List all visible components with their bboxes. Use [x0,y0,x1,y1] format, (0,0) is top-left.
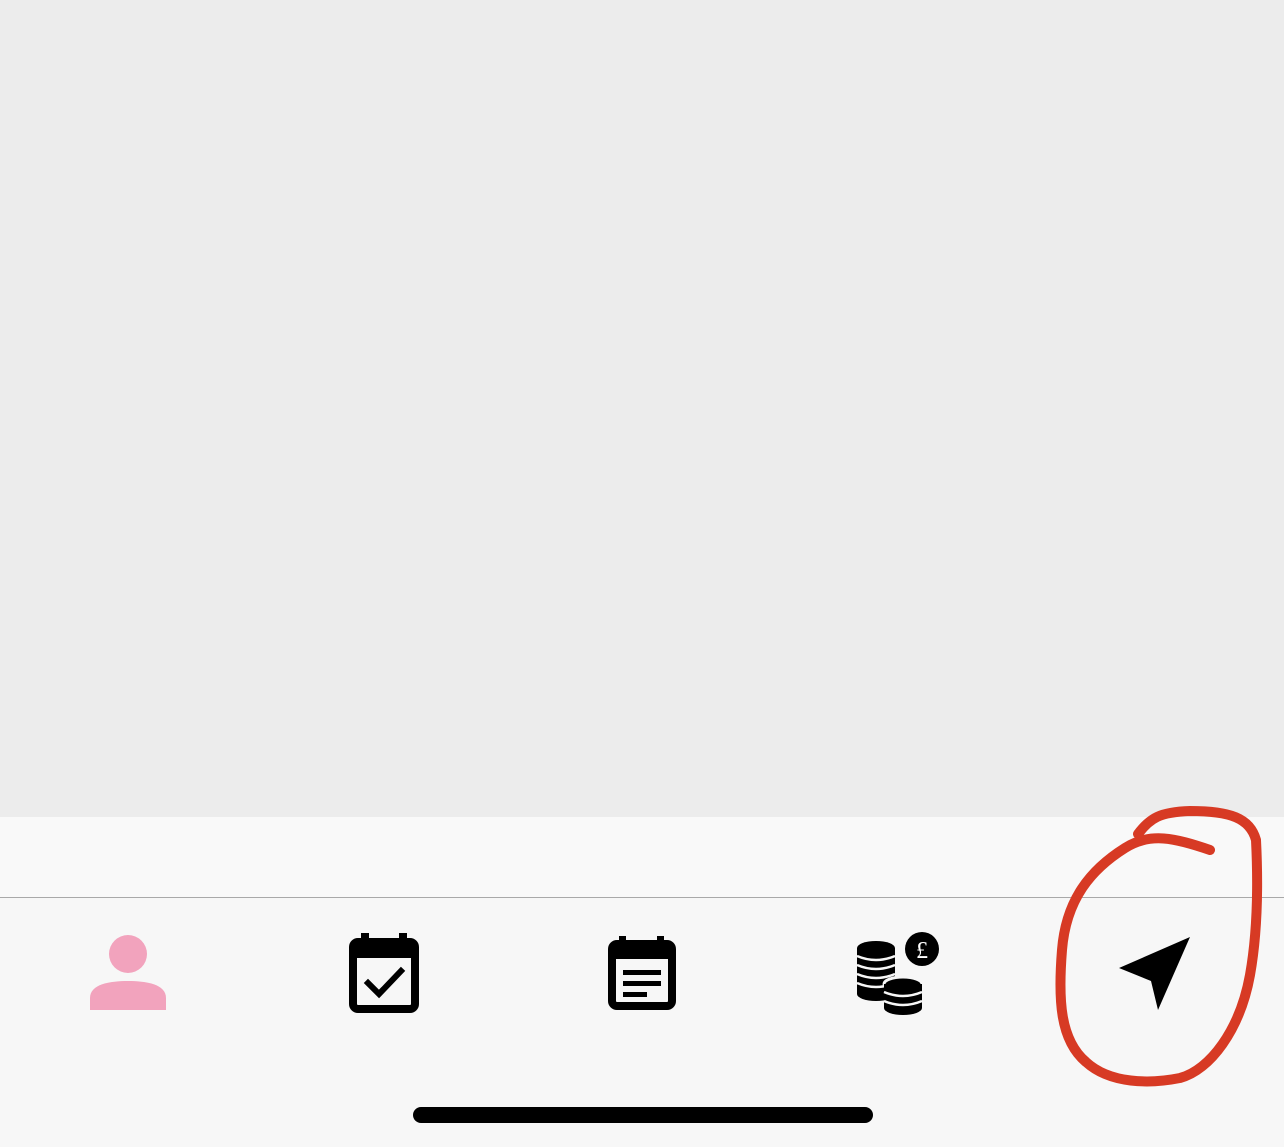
coins-pound-icon: £ [856,932,939,1015]
person-icon [90,935,166,1010]
person-icon-body [90,981,166,1010]
calendar-check-icon [349,933,419,1013]
tab-calendar-check[interactable] [256,898,512,1058]
navigation-arrow-icon [1119,937,1190,1010]
tab-profile[interactable] [0,898,256,1058]
tab-calendar-notes[interactable] [512,898,768,1058]
tab-navigation[interactable] [1024,898,1280,1058]
tab-payments[interactable]: £ [768,898,1024,1058]
app-screen: £ [0,0,1284,1147]
person-icon-head [109,935,147,973]
home-indicator[interactable] [413,1107,873,1123]
content-area [0,0,1284,817]
toolbar-strip [0,817,1284,897]
calendar-notes-icon [608,936,676,1010]
pound-badge-symbol: £ [916,938,928,964]
